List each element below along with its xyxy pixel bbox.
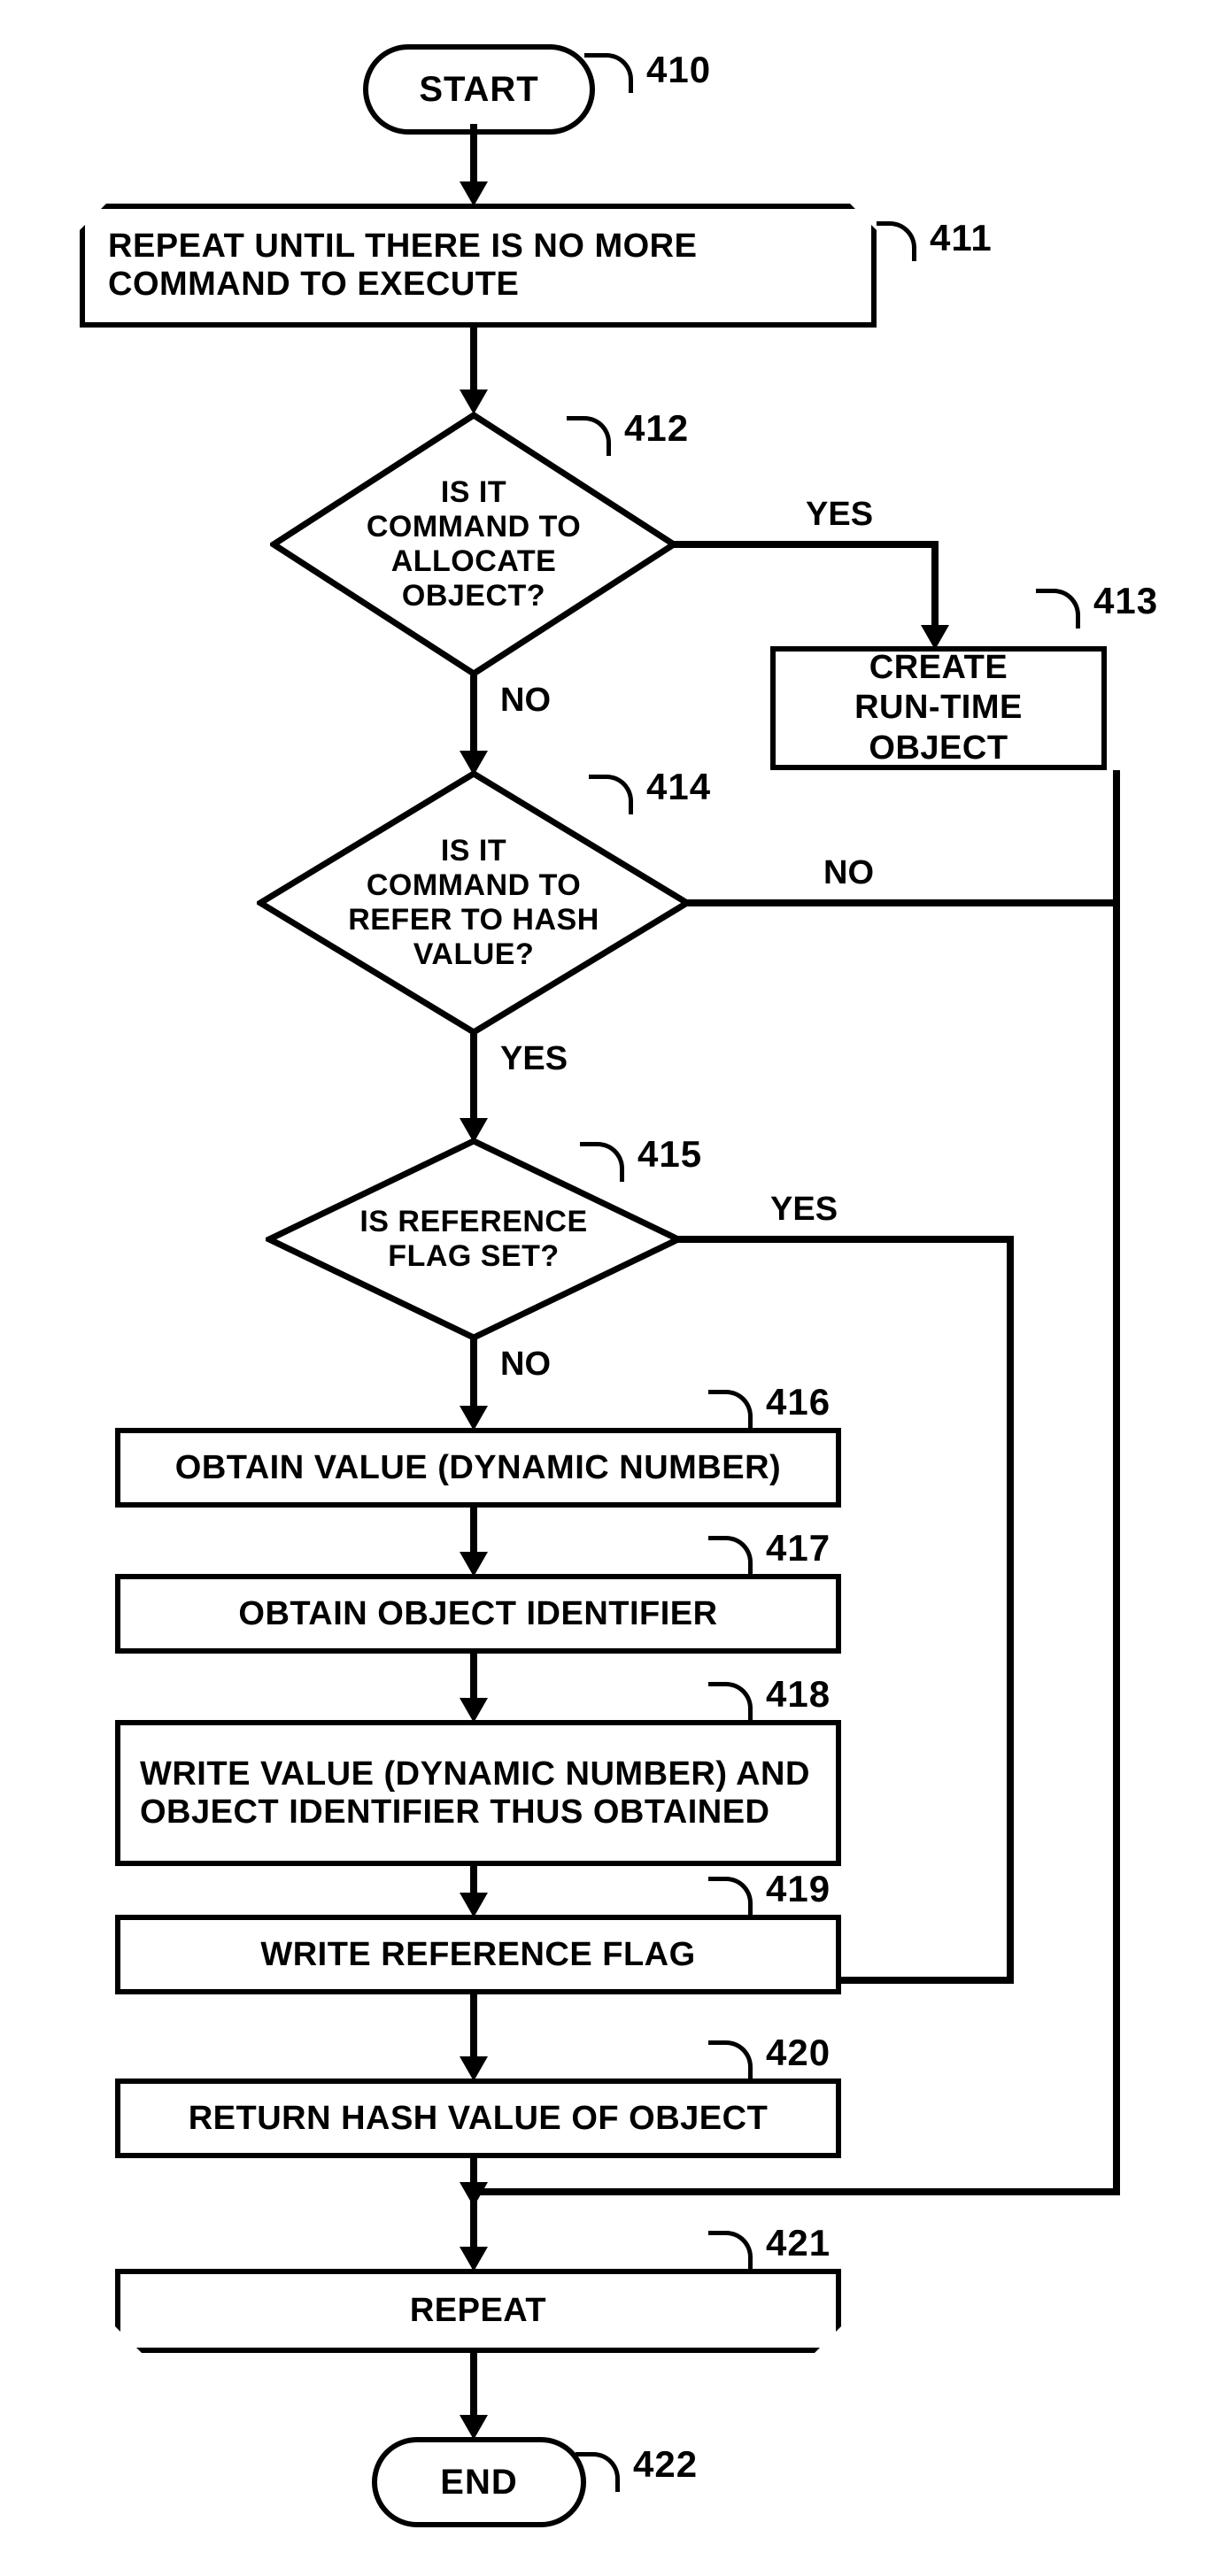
edge-create-down [1113, 770, 1120, 2195]
label-415: 415 [637, 1133, 702, 1176]
edge-loop-d1 [470, 328, 477, 394]
edge-417-418 [470, 1654, 477, 1702]
edge-d1-right-h [673, 541, 939, 548]
process-create-runtime: CREATE RUN-TIME OBJECT [770, 646, 1107, 770]
leader-418 [708, 1682, 753, 1722]
label-413: 413 [1093, 580, 1158, 622]
edge-d3-right-v [1007, 1236, 1014, 1984]
edge-419-420 [470, 1994, 477, 2061]
label-410: 410 [646, 49, 711, 91]
end-text: END [440, 2463, 517, 2503]
arrowhead-418-419 [460, 1893, 488, 1917]
obtain-id-text: OBTAIN OBJECT IDENTIFIER [238, 1595, 717, 1633]
edge-hashno-join [1113, 899, 1120, 906]
start-text: START [419, 70, 538, 110]
branch-allocate-no: NO [500, 682, 551, 720]
leader-413 [1036, 589, 1080, 629]
label-421: 421 [766, 2222, 831, 2264]
edge-d2-right-h [686, 899, 1120, 906]
loop-end-text: REPEAT [410, 2292, 546, 2330]
process-write-flag: WRITE REFERENCE FLAG [115, 1915, 841, 1994]
arrowhead-421-end [460, 2415, 488, 2440]
write-value-text: WRITE VALUE (DYNAMIC NUMBER) AND OBJECT … [140, 1755, 816, 1832]
edge-d3-right-h [677, 1236, 1014, 1243]
leader-410 [584, 53, 633, 93]
branch-flag-yes: YES [770, 1191, 838, 1229]
arrowhead-start-loop [460, 181, 488, 206]
edge-start-loop [470, 124, 477, 186]
label-412: 412 [624, 407, 689, 450]
decision-allocate-text: IS IT COMMAND TO ALLOCATE OBJECT? [270, 412, 677, 677]
process-write-value: WRITE VALUE (DYNAMIC NUMBER) AND OBJECT … [115, 1720, 841, 1866]
label-420: 420 [766, 2032, 831, 2074]
edge-d1-d2 [470, 675, 477, 755]
decision-allocate: IS IT COMMAND TO ALLOCATE OBJECT? [270, 412, 677, 677]
write-flag-text: WRITE REFERENCE FLAG [260, 1936, 695, 1974]
process-obtain-id: OBTAIN OBJECT IDENTIFIER [115, 1574, 841, 1654]
start-terminator: START [363, 44, 595, 135]
label-419: 419 [766, 1868, 831, 1910]
label-422: 422 [633, 2443, 698, 2486]
arrowhead-d3-p416 [460, 1406, 488, 1431]
create-runtime-text: CREATE RUN-TIME OBJECT [795, 648, 1082, 769]
end-terminator: END [372, 2437, 586, 2527]
branch-hash-no: NO [823, 854, 874, 892]
edge-416-417 [470, 1508, 477, 1556]
obtain-value-text: OBTAIN VALUE (DYNAMIC NUMBER) [175, 1449, 781, 1487]
branch-allocate-yes: YES [806, 496, 873, 534]
arrowhead-420-421 [460, 2247, 488, 2271]
branch-hash-yes: YES [500, 1040, 568, 1078]
leader-422 [576, 2452, 620, 2492]
process-return-hash: RETURN HASH VALUE OF OBJECT [115, 2079, 841, 2158]
loop-start-text: REPEAT UNTIL THERE IS NO MORE COMMAND TO… [108, 228, 848, 304]
process-obtain-value: OBTAIN VALUE (DYNAMIC NUMBER) [115, 1428, 841, 1508]
leader-416 [708, 1390, 753, 1430]
return-hash-text: RETURN HASH VALUE OF OBJECT [189, 2100, 769, 2138]
leader-419 [708, 1877, 753, 1917]
label-411: 411 [930, 217, 993, 259]
arrowhead-loop-d1 [460, 389, 488, 414]
leader-411 [877, 221, 916, 261]
loop-end: REPEAT [115, 2269, 841, 2353]
edge-d2-d3 [470, 1034, 477, 1122]
arrowhead-419-420 [460, 2056, 488, 2081]
arrowhead-417-418 [460, 1698, 488, 1723]
loop-start: REPEAT UNTIL THERE IS NO MORE COMMAND TO… [80, 204, 877, 328]
branch-flag-no: NO [500, 1346, 551, 1384]
edge-d1-right-v [931, 541, 939, 629]
edge-d3-p416 [470, 1339, 477, 1410]
leader-421 [708, 2231, 753, 2271]
edge-right-merge-h [474, 2188, 1120, 2195]
edge-421-end [470, 2353, 477, 2419]
arrowhead-416-417 [460, 1552, 488, 1577]
label-418: 418 [766, 1673, 831, 1716]
leader-420 [708, 2040, 753, 2080]
edge-420-421 [470, 2158, 477, 2251]
label-416: 416 [766, 1381, 831, 1423]
leader-417 [708, 1536, 753, 1576]
label-414: 414 [646, 766, 711, 808]
label-417: 417 [766, 1527, 831, 1570]
